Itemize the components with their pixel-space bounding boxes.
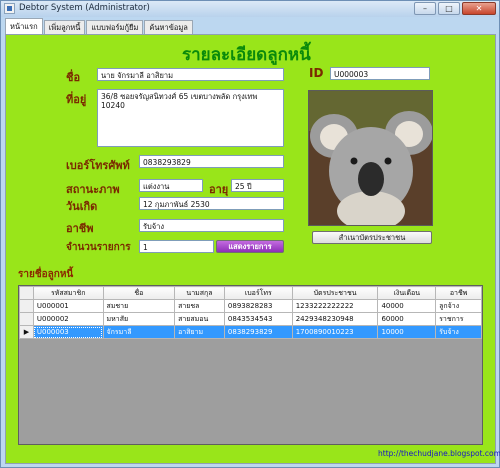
- id-card-copy-button[interactable]: สำเนาบัตรประชาชน: [312, 231, 432, 244]
- last-name-cell[interactable]: สายชล: [174, 299, 225, 313]
- window-title: Debtor System (Administrator): [19, 3, 150, 13]
- koala-photo-icon: [309, 91, 432, 225]
- column-header-phone[interactable]: เบอร์โทร: [223, 286, 293, 300]
- address-label: ที่อยู่: [66, 93, 87, 106]
- row-header[interactable]: [19, 312, 34, 326]
- member-id-cell[interactable]: U000002: [32, 312, 104, 326]
- table-row[interactable]: U000001 สมชาย สายชล 0893828283 1233222222222…: [19, 299, 482, 313]
- table-row[interactable]: ▶ U000003 จักรมาลี อาสิยาม 0838293829 1700890…: [19, 325, 482, 339]
- phone-label: เบอร์โทรศัพท์: [66, 159, 130, 172]
- salary-cell[interactable]: 40000: [377, 299, 437, 313]
- tab-home[interactable]: หน้าแรก: [5, 18, 43, 34]
- salary-cell[interactable]: 60000: [377, 312, 437, 326]
- column-header-first-name[interactable]: ชื่อ: [102, 286, 176, 300]
- first-name-cell[interactable]: สมชาย: [102, 299, 176, 313]
- status-label: สถานะภาพ: [66, 183, 120, 196]
- column-header-last-name[interactable]: นามสกุล: [174, 286, 225, 300]
- row-header-corner: [19, 286, 34, 300]
- page-title: รายละเอียดลูกหนี้: [182, 45, 311, 65]
- last-name-cell[interactable]: อาสิยาม: [174, 325, 225, 339]
- last-name-cell[interactable]: สายสมอน: [174, 312, 225, 326]
- row-header[interactable]: [19, 299, 34, 313]
- tab-strip: หน้าแรก เพิ่มลูกหนี้ แบบฟอร์มกู้ยืม ค้นห…: [5, 18, 194, 34]
- debtor-photo: [308, 90, 433, 226]
- age-field[interactable]: 25 ปี: [231, 179, 284, 192]
- birthdate-field[interactable]: 12 กุมภาพันธ์ 2530: [139, 197, 284, 210]
- member-id-cell[interactable]: U000003: [32, 325, 104, 339]
- blog-link[interactable]: http://thechudjane.blogspot.com: [378, 449, 500, 458]
- column-header-occupation[interactable]: อาชีพ: [435, 286, 482, 300]
- grid-header-row: รหัสสมาชิก ชื่อ นามสกุล เบอร์โทร บัตรประ…: [19, 286, 482, 300]
- tab-loan-form[interactable]: แบบฟอร์มกู้ยืม: [86, 20, 144, 34]
- salary-cell[interactable]: 10000: [377, 325, 437, 339]
- debtor-grid[interactable]: รหัสสมาชิก ชื่อ นามสกุล เบอร์โทร บัตรประ…: [18, 285, 483, 445]
- app-window: Debtor System (Administrator) – □ ✕ หน้า…: [0, 0, 500, 468]
- show-items-button[interactable]: แสดงรายการ: [216, 240, 284, 253]
- phone-cell[interactable]: 0843534543: [223, 312, 293, 326]
- table-row[interactable]: U000002 มหาสัย สายสมอน 0843534543 2429348230…: [19, 312, 482, 326]
- first-name-cell[interactable]: จักรมาลี: [102, 325, 176, 339]
- tab-search[interactable]: ค้นหาข้อมูล: [144, 20, 193, 34]
- occupation-field[interactable]: รับจ้าง: [139, 219, 284, 232]
- column-header-member-id[interactable]: รหัสสมาชิก: [32, 286, 104, 300]
- phone-cell[interactable]: 0893828283: [223, 299, 293, 313]
- occupation-cell[interactable]: ลูกจ้าง: [435, 299, 482, 313]
- id-card-cell[interactable]: 1700890010223: [291, 325, 379, 339]
- id-card-cell[interactable]: 2429348230948: [291, 312, 379, 326]
- birthdate-label: วันเกิด: [66, 200, 98, 213]
- member-id-cell[interactable]: U000001: [32, 299, 104, 313]
- occupation-cell[interactable]: ราชการ: [435, 312, 482, 326]
- title-bar[interactable]: Debtor System (Administrator) – □ ✕: [1, 1, 499, 17]
- column-header-id-card[interactable]: บัตรประชาชน: [291, 286, 379, 300]
- name-label: ชื่อ: [66, 71, 81, 84]
- item-count-label: จำนวนรายการ: [66, 242, 131, 253]
- item-count-field[interactable]: 1: [139, 240, 214, 253]
- debtor-list-title: รายชื่อลูกหนี้: [18, 269, 74, 280]
- close-button[interactable]: ✕: [462, 2, 496, 15]
- maximize-button[interactable]: □: [438, 2, 460, 15]
- column-header-salary[interactable]: เงินเดือน: [377, 286, 437, 300]
- id-label: ID: [309, 66, 324, 80]
- address-field[interactable]: 36/8 ซอยจรัญสนิทวงศ์ 65 เขตบางพลัด กรุงเ…: [97, 89, 284, 147]
- occupation-cell[interactable]: รับจ้าง: [435, 325, 482, 339]
- debtor-detail-panel: รายละเอียดลูกหนี้ ชื่อ นาย จักรมาลี อาสิ…: [5, 34, 500, 464]
- status-field[interactable]: แต่งงาน: [139, 179, 203, 192]
- phone-cell[interactable]: 0838293829: [223, 325, 293, 339]
- age-label: อายุ: [209, 183, 229, 196]
- id-field[interactable]: U000003: [330, 67, 430, 80]
- first-name-cell[interactable]: มหาสัย: [102, 312, 176, 326]
- app-icon: [4, 3, 15, 14]
- id-card-cell[interactable]: 1233222222222: [291, 299, 379, 313]
- name-field[interactable]: นาย จักรมาลี อาสิยาม: [97, 68, 284, 81]
- minimize-button[interactable]: –: [414, 2, 436, 15]
- row-header[interactable]: ▶: [19, 325, 34, 339]
- phone-field[interactable]: 0838293829: [139, 155, 284, 168]
- tab-add-debtor[interactable]: เพิ่มลูกหนี้: [43, 20, 86, 34]
- occupation-label: อาชีพ: [66, 222, 94, 235]
